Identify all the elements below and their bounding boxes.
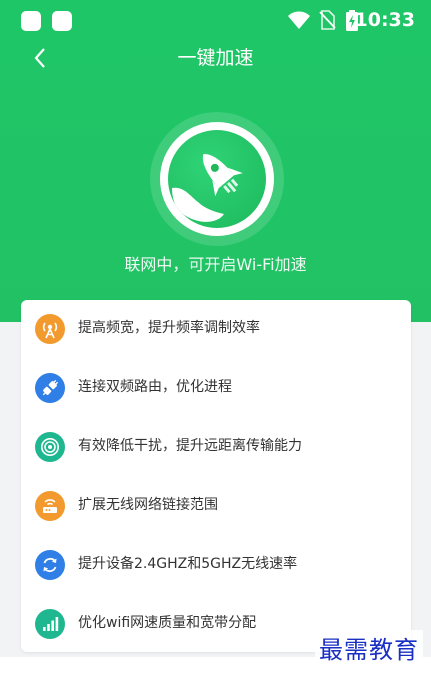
antenna-icon <box>35 314 65 344</box>
connection-status: 联网中，可开启Wi-Fi加速 <box>124 255 307 274</box>
accelerate-button[interactable] <box>168 130 266 228</box>
no-sim-icon <box>319 10 336 30</box>
watermark: 最需教育 <box>315 630 423 665</box>
feature-label: 有效降低干扰，提升远距离传输能力 <box>78 438 302 454</box>
router-icon <box>35 491 65 521</box>
feature-label: 优化wifi网速质量和宽带分配 <box>78 615 257 631</box>
rocket-icon <box>172 154 243 222</box>
status-bar: 10:33 <box>0 0 431 40</box>
list-item: 连接双频路由，优化进程 <box>21 362 411 412</box>
page-title: 一键加速 <box>177 47 254 69</box>
wifi-icon <box>288 11 310 29</box>
feature-label: 扩展无线网络链接范围 <box>78 497 218 513</box>
list-item: 有效降低干扰，提升远距离传输能力 <box>21 421 411 471</box>
bars-icon <box>35 609 65 639</box>
plug-icon <box>35 373 65 403</box>
signal-icon <box>35 432 65 462</box>
feature-label: 连接双频路由，优化进程 <box>78 379 232 395</box>
hero-banner: 10:33 一键加速 联网中，可开启Wi-Fi加速 <box>0 0 431 322</box>
feature-label: 提高频宽，提升频率调制效率 <box>78 320 260 336</box>
list-item: 提升设备2.4GHZ和5GHZ无线速率 <box>21 539 411 589</box>
feature-label: 提升设备2.4GHZ和5GHZ无线速率 <box>78 556 298 572</box>
status-time: 10:33 <box>354 9 415 31</box>
notification-icon <box>21 11 41 31</box>
feature-list: 提高频宽，提升频率调制效率 连接双频路由，优化进程 有效降低干扰，提升远距离传输… <box>21 300 411 652</box>
notification-icon <box>52 11 72 31</box>
list-item: 扩展无线网络链接范围 <box>21 480 411 530</box>
refresh-icon <box>35 550 65 580</box>
list-item: 提高频宽，提升频率调制效率 <box>21 303 411 353</box>
